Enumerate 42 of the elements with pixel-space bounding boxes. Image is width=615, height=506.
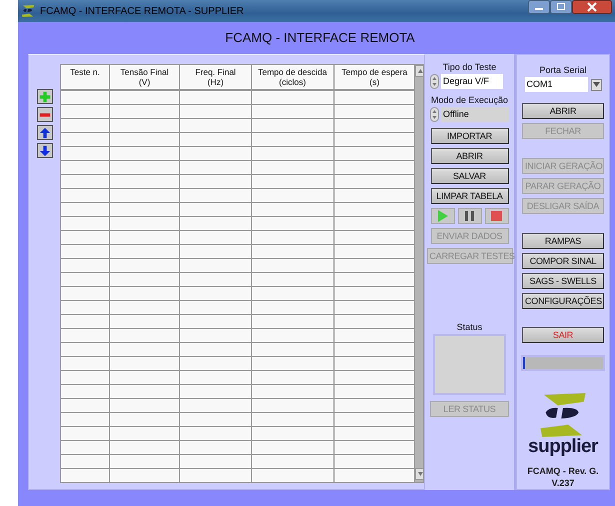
column-header: Teste n. [61, 65, 110, 89]
button[interactable]: ABRIR [522, 103, 604, 119]
button[interactable]: SALVAR [430, 168, 508, 184]
dropdown-button[interactable] [590, 78, 602, 90]
scrollbar[interactable] [415, 65, 423, 482]
button[interactable]: ABRIR [430, 148, 508, 164]
window-title: FCAMQ - INTERFACE REMOTA - SUPPLIER [40, 6, 245, 16]
minimize-icon [528, 0, 550, 14]
toolbar-button[interactable] [37, 107, 53, 122]
brand-name: supplier [528, 437, 598, 457]
dropdown-field[interactable]: Degrau V/F [441, 74, 503, 89]
toolbar-button[interactable] [37, 89, 53, 104]
button[interactable]: LIMPAR TABELA [430, 188, 508, 204]
spinner-icon [430, 74, 439, 89]
button[interactable]: RAMPAS [522, 233, 604, 249]
media-button[interactable] [458, 208, 482, 224]
button[interactable]: COMPOR SINAL [522, 253, 604, 269]
maximize-icon [550, 0, 572, 14]
button[interactable]: SAGS - SWELLS [522, 273, 604, 289]
toolbar-button[interactable] [37, 125, 53, 140]
spinner-icon [430, 107, 439, 122]
dropdown-field[interactable]: Offline [441, 107, 509, 122]
field-label: Tipo do Teste [442, 62, 496, 72]
close-icon [572, 0, 612, 14]
caret-icon [592, 82, 600, 87]
app-logo-icon [21, 5, 35, 17]
column-header: Freq. Final (Hz) [180, 65, 252, 89]
port-field[interactable]: COM1 [524, 77, 588, 92]
toolbar-button[interactable] [37, 143, 53, 158]
down-arrow-icon [39, 144, 51, 156]
button[interactable]: CONFIGURAÇÕES [522, 293, 604, 309]
up-arrow-icon [39, 126, 51, 138]
version-text: FCAMQ - Rev. G. V.237 [527, 465, 599, 489]
column-header: Tempo de descida (ciclos) [252, 65, 335, 89]
column-header: Tensão Final (V) [110, 65, 180, 89]
plus-icon [39, 90, 51, 102]
field-label: Modo de Execução [430, 95, 508, 105]
media-button[interactable] [484, 208, 508, 224]
status-label: Status [456, 322, 482, 332]
button[interactable]: IMPORTAR [430, 128, 508, 144]
field-label: Porta Serial [539, 65, 587, 75]
app-heading: FCAMQ - INTERFACE REMOTA [224, 29, 416, 47]
